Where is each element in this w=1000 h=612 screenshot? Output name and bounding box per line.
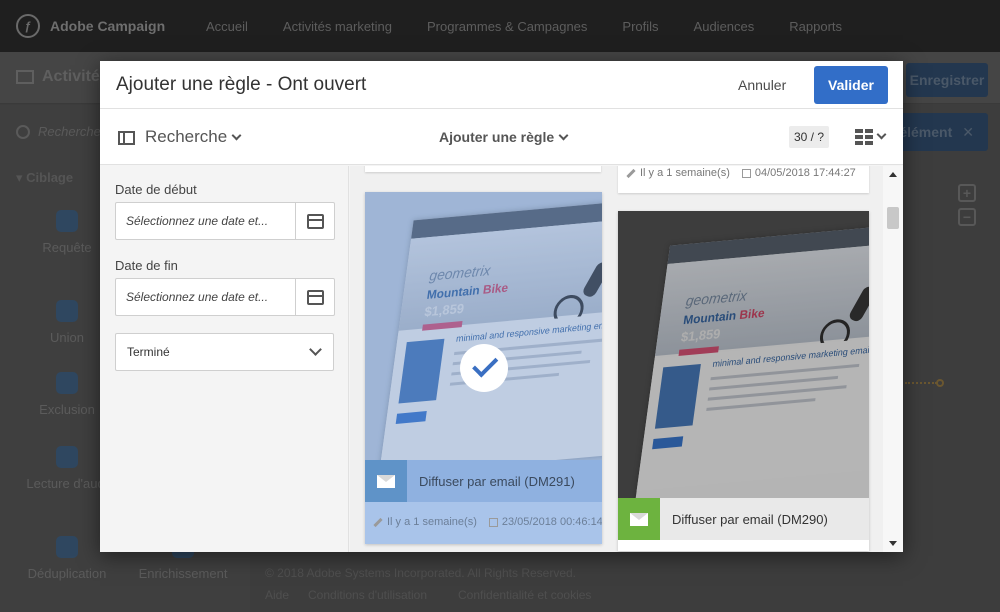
validate-button[interactable]: Valider <box>814 66 888 104</box>
footer-copyright: © 2018 Adobe Systems Incorporated. All R… <box>265 566 577 580</box>
add-rule-dropdown[interactable]: Ajouter une règle <box>439 129 569 145</box>
card-title-bar: Diffuser par email (DM290) <box>618 498 869 540</box>
gallery-scrollbar[interactable] <box>883 166 903 552</box>
pencil-icon <box>626 168 636 178</box>
add-element-label: élément <box>899 124 953 140</box>
calendar-icon <box>488 517 498 527</box>
tool-exclusion-label: Exclusion <box>39 402 95 417</box>
end-date-calendar-button[interactable] <box>295 279 334 315</box>
card-title: Diffuser par email (DM290) <box>672 511 828 527</box>
pencil-icon <box>373 517 383 527</box>
logo[interactable]: ƒ Adobe Campaign <box>16 14 206 38</box>
delivery-gallery: Il y a 1 semaine(s) 04/05/2018 17:44:27 … <box>350 166 903 552</box>
footer-link-privacy[interactable]: Confidentialité et cookies <box>458 588 591 602</box>
card-partial-top-left[interactable] <box>365 166 601 172</box>
dialog-header: Ajouter une règle - Ont ouvert Annuler V… <box>100 61 903 109</box>
panel-toggle-icon[interactable] <box>118 131 135 145</box>
nav-audiences[interactable]: Audiences <box>694 19 755 34</box>
zoom-in-icon[interactable]: + <box>958 184 976 202</box>
section-ciblage[interactable]: ▾ Ciblage <box>16 170 73 186</box>
card-age: Il y a 1 semaine(s) <box>387 516 477 528</box>
start-date-calendar-button[interactable] <box>295 203 334 239</box>
dialog-title: Ajouter une règle - Ont ouvert <box>116 74 367 95</box>
query-icon <box>56 210 78 232</box>
nav-profiles[interactable]: Profils <box>622 19 658 34</box>
card-title: Diffuser par email (DM291) <box>419 473 575 489</box>
search-icon <box>16 124 30 139</box>
add-element-button[interactable]: élément ✕ <box>888 113 988 151</box>
tool-query-label: Requête <box>42 240 92 255</box>
card-meta: Il y a 1 semaine(s) 23/05/2018 00:46:14 <box>373 516 602 528</box>
status-select[interactable]: Terminé <box>115 333 334 371</box>
start-date-label: Date de début <box>115 182 197 197</box>
status-select-value: Terminé <box>127 345 170 359</box>
dialog-toolbar: Recherche Ajouter une règle 30 / ? <box>100 109 903 165</box>
breadcrumb-label: Activité <box>42 68 100 85</box>
logo-text: Adobe Campaign <box>50 18 166 34</box>
calendar-icon <box>306 289 324 305</box>
nav-marketing-activities[interactable]: Activités marketing <box>283 19 392 34</box>
end-date-placeholder: Sélectionnez une date et... <box>126 290 269 304</box>
card-thumbnail: geometrix Mountain Bike $1,859 minimal a… <box>365 192 602 460</box>
footer-link-help[interactable]: Aide <box>265 588 289 602</box>
search-dropdown-label: Recherche <box>145 127 228 146</box>
workflow-transition <box>905 382 937 384</box>
add-rule-dialog: Ajouter une règle - Ont ouvert Annuler V… <box>100 61 903 552</box>
chevron-down-icon <box>309 343 322 356</box>
end-date-field[interactable]: Sélectionnez une date et... <box>115 278 335 316</box>
email-icon <box>365 460 407 502</box>
selected-check-icon <box>460 344 508 392</box>
calendar-icon <box>741 168 751 178</box>
email-icon <box>618 498 660 540</box>
search-dropdown[interactable]: Recherche <box>145 127 242 147</box>
scroll-down-icon[interactable] <box>889 541 897 546</box>
deduplication-icon <box>56 536 78 558</box>
start-date-placeholder: Sélectionnez une date et... <box>126 214 269 228</box>
activity-icon <box>16 70 34 84</box>
adobe-campaign-logo-icon: ƒ <box>16 14 40 38</box>
start-date-field[interactable]: Sélectionnez une date et... <box>115 202 335 240</box>
card-date: 04/05/2018 17:44:27 <box>754 167 856 179</box>
cancel-button[interactable]: Annuler <box>738 77 786 93</box>
tool-deduplication-label: Déduplication <box>27 566 107 581</box>
card-age: Il y a 1 semaine(s) <box>640 167 730 179</box>
workflow-transition-end <box>936 379 944 387</box>
end-date-label: Date de fin <box>115 258 178 273</box>
tool-read-audience-label: Lecture d'audi <box>26 476 108 491</box>
card-date: 23/05/2018 00:46:14 <box>501 516 602 528</box>
nav-reports[interactable]: Rapports <box>789 19 842 34</box>
nav-accueil[interactable]: Accueil <box>206 19 248 34</box>
card-title-bar: Diffuser par email (DM291) <box>365 460 602 502</box>
result-count-badge: 30 / ? <box>789 126 829 148</box>
card-thumbnail: geometrix Mountain Bike $1,859 minimal a… <box>618 211 869 498</box>
exclusion-icon <box>56 372 78 394</box>
union-icon <box>56 300 78 322</box>
delivery-card-dm290[interactable]: geometrix Mountain Bike $1,859 minimal a… <box>618 211 869 551</box>
footer-link-terms[interactable]: Conditions d'utilisation <box>308 588 427 602</box>
chevron-down-icon <box>231 130 242 141</box>
chevron-down-icon <box>558 130 569 141</box>
scroll-up-icon[interactable] <box>889 172 897 177</box>
top-navigation: ƒ Adobe Campaign Accueil Activités marke… <box>0 0 1000 52</box>
read-audience-icon <box>56 446 78 468</box>
breadcrumb: Activité <box>16 68 100 86</box>
close-icon: ✕ <box>962 123 974 140</box>
grid-view-icon[interactable] <box>855 129 873 145</box>
section-ciblage-label: Ciblage <box>26 170 74 185</box>
card-partial-top-right[interactable]: Il y a 1 semaine(s) 04/05/2018 17:44:27 <box>618 166 869 193</box>
tool-union-label: Union <box>50 330 84 345</box>
add-rule-dropdown-label: Ajouter une règle <box>439 129 555 145</box>
view-chevron-down-icon[interactable] <box>876 129 887 140</box>
tool-enrichment-label: Enrichissement <box>138 566 228 581</box>
filter-panel: Date de début Sélectionnez une date et..… <box>100 166 349 552</box>
scrollbar-thumb[interactable] <box>887 207 899 229</box>
calendar-icon <box>306 213 324 229</box>
nav-programs-campaigns[interactable]: Programmes & Campagnes <box>427 19 587 34</box>
palette-search[interactable]: Recherche... <box>16 124 112 139</box>
zoom-out-icon[interactable]: − <box>958 208 976 226</box>
save-button[interactable]: Enregistrer <box>906 63 988 97</box>
delivery-card-dm291[interactable]: geometrix Mountain Bike $1,859 minimal a… <box>365 192 602 544</box>
card-meta: Il y a 1 semaine(s) 04/05/2018 17:44:27 <box>626 167 856 179</box>
